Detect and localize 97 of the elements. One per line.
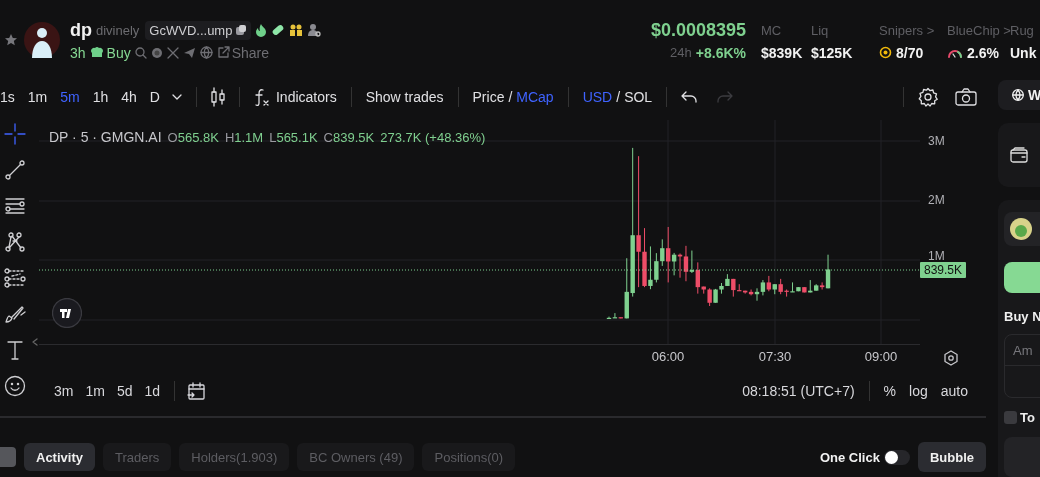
- copy-icon: [235, 24, 248, 36]
- token-age: 3h: [70, 44, 86, 61]
- address-button[interactable]: GcWVD...ump: [145, 20, 252, 40]
- toggle-option[interactable]: MCap: [516, 88, 554, 105]
- token-icon: [1010, 218, 1032, 240]
- change-value: 273.7K (+48.36%): [380, 129, 486, 145]
- ohlc-value: 565.8K: [177, 129, 219, 145]
- ohlc-key: L: [269, 129, 277, 145]
- ohlc-value: 839.5K: [333, 129, 375, 145]
- parallel-lines-icon[interactable]: [4, 195, 26, 217]
- price-value: $0.0008395: [650, 19, 746, 41]
- range-button[interactable]: 1m: [85, 383, 105, 400]
- globe-icon: [1012, 89, 1024, 101]
- gauge-icon: [947, 47, 963, 58]
- toggle-switch[interactable]: [883, 449, 910, 465]
- trend-line-icon[interactable]: [4, 159, 26, 181]
- buy-link[interactable]: Buy: [106, 44, 131, 61]
- stat-label: MC: [761, 22, 783, 38]
- stat-value: $125K: [811, 44, 853, 61]
- smiley-icon[interactable]: [4, 375, 26, 397]
- circle-icon[interactable]: [150, 46, 163, 59]
- x-icon[interactable]: [166, 46, 179, 59]
- ohlc-value: 565.1K: [276, 129, 318, 145]
- share-button[interactable]: Share: [216, 44, 270, 61]
- checkbox-label: To: [1020, 410, 1035, 425]
- indicators-button[interactable]: Indicators: [254, 87, 337, 106]
- interval-tab[interactable]: 4h: [121, 88, 137, 105]
- undo-icon[interactable]: [681, 90, 698, 103]
- range-button[interactable]: 3m: [54, 383, 74, 400]
- clock-time: 08:18:51 (UTC+7): [742, 383, 855, 400]
- price-tag: 839.5K: [920, 262, 967, 278]
- send-icon[interactable]: [182, 46, 196, 59]
- ohlc-value: 1.1M: [234, 129, 264, 145]
- toggle-option[interactable]: SOL: [624, 88, 653, 105]
- ohlc-key: O: [167, 129, 178, 145]
- logo-icon[interactable]: [52, 298, 82, 328]
- stat-value: 8/70: [896, 44, 924, 61]
- figure-gear-icon: [307, 23, 322, 37]
- change-period: 24h: [670, 45, 692, 60]
- scale-button[interactable]: auto: [940, 383, 968, 400]
- stat-label: Liq: [811, 22, 830, 38]
- interval-tab[interactable]: 1h: [92, 88, 109, 105]
- collapse-chevron-icon[interactable]: [32, 338, 38, 346]
- fib-levels-icon[interactable]: [4, 267, 26, 289]
- crosshair-icon[interactable]: [4, 123, 26, 145]
- share-icon: [216, 46, 230, 59]
- chevron-down-icon[interactable]: [172, 93, 182, 100]
- chef-hat-icon: [89, 46, 103, 59]
- interval-tab[interactable]: D: [149, 88, 160, 105]
- separator-slash: /: [508, 88, 513, 105]
- range-button[interactable]: 1d: [144, 383, 161, 400]
- toggle-option[interactable]: Price: [472, 88, 505, 105]
- token-name: divinely: [96, 22, 140, 38]
- globe-icon[interactable]: [199, 46, 213, 59]
- one-click-label: One Click: [819, 449, 880, 465]
- bubble-button[interactable]: Bubble: [917, 442, 986, 472]
- axis-label: 1M: [928, 249, 945, 263]
- interval-tab[interactable]: 1m: [27, 88, 48, 105]
- search-icon[interactable]: [134, 46, 147, 59]
- pattern-icon[interactable]: [4, 231, 26, 253]
- token-symbol: dp: [70, 19, 92, 41]
- show-trades-button[interactable]: Show trades: [365, 88, 444, 105]
- scale-button[interactable]: %: [883, 383, 897, 400]
- separator-slash: /: [616, 88, 621, 105]
- stat-value: Unk: [1010, 44, 1037, 61]
- axis-label: 3M: [928, 134, 945, 148]
- chart-title: DP · 5 · GMGN.AI: [49, 129, 162, 145]
- function-icon: [254, 87, 270, 106]
- toggle-option[interactable]: USD: [582, 88, 613, 105]
- ohlc-key: C: [323, 129, 333, 145]
- stat-value: 2.6%: [967, 44, 999, 61]
- tab[interactable]: Activity: [24, 443, 95, 471]
- flame-icon: [255, 23, 268, 37]
- avatar: [24, 22, 60, 58]
- wallet-icon[interactable]: [1010, 147, 1028, 163]
- axis-label: 09:00: [864, 349, 898, 365]
- axis-label: 06:00: [651, 349, 685, 365]
- settings-hex-icon[interactable]: [943, 350, 959, 367]
- calendar-go-icon[interactable]: [187, 382, 206, 401]
- panel-toggle-button[interactable]: [0, 447, 16, 467]
- candles-icon[interactable]: [211, 86, 225, 107]
- stat-value: $839K: [761, 44, 803, 61]
- buy-label: Buy N: [1004, 309, 1040, 324]
- people-icon: [289, 23, 304, 37]
- star-icon[interactable]: [4, 33, 18, 47]
- ohlc-key: H: [224, 129, 235, 145]
- checkbox[interactable]: [1004, 411, 1017, 424]
- range-button[interactable]: 5d: [116, 383, 133, 400]
- settings-icon[interactable]: [918, 86, 938, 107]
- price-change: +8.6K%: [695, 44, 746, 61]
- target-icon: [879, 46, 892, 59]
- scale-button[interactable]: log: [909, 383, 928, 400]
- axis-label: 2M: [928, 193, 945, 207]
- axis-label: 07:30: [758, 349, 792, 365]
- camera-icon[interactable]: [955, 87, 977, 106]
- interval-tab[interactable]: 1s: [0, 88, 15, 105]
- interval-tab[interactable]: 5m: [60, 88, 80, 105]
